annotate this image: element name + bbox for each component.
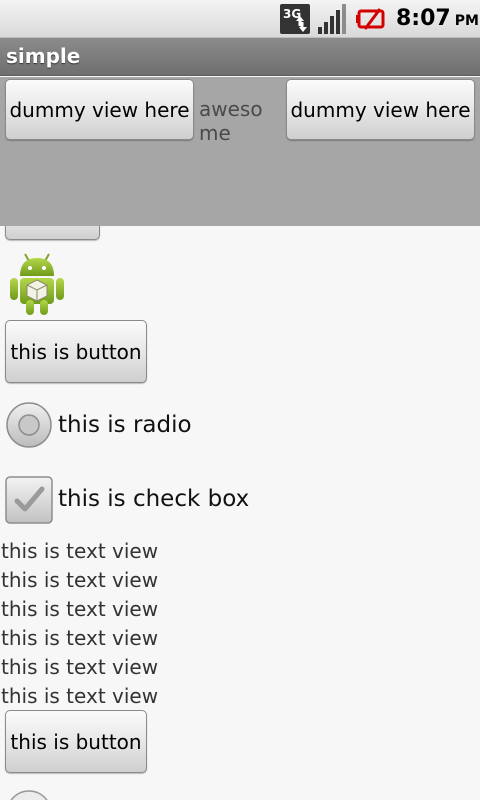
status-clock: 8:07 PM <box>396 3 479 35</box>
dummy-left-button[interactable]: dummy view here <box>5 79 194 140</box>
text-view: this is text view <box>1 626 159 650</box>
battery-alert-icon <box>356 8 385 30</box>
3g-data-icon: 3G <box>280 4 310 34</box>
radio-label: this is radio <box>58 412 192 438</box>
clock-time: 8:07 <box>396 6 451 31</box>
text-view: this is text view <box>1 597 159 621</box>
secondary-button[interactable]: this is button <box>5 710 147 773</box>
primary-button[interactable]: this is button <box>5 320 147 383</box>
overlay-panel: dummy view here awesome dummy view here <box>0 77 480 226</box>
radio-button[interactable] <box>5 401 53 449</box>
text-view: this is text view <box>1 539 159 563</box>
app-screen: 3G 8:07 PM simple dummy view here awesom… <box>0 0 480 800</box>
checkbox-label: this is check box <box>58 486 250 512</box>
android-logo-icon <box>10 253 64 315</box>
app-title: simple <box>6 44 81 68</box>
text-view: this is text view <box>1 684 159 708</box>
clock-ampm: PM <box>454 13 479 29</box>
status-bar: 3G 8:07 PM <box>0 0 480 38</box>
dummy-right-button[interactable]: dummy view here <box>286 79 475 140</box>
title-bar: simple <box>0 38 480 76</box>
text-view: this is text view <box>1 655 159 679</box>
signal-icon <box>318 4 346 34</box>
radio-button-partial[interactable] <box>5 789 53 800</box>
awesome-text: awesome <box>199 97 263 145</box>
text-view-list: this is text view this is text view this… <box>1 537 158 711</box>
checkbox[interactable] <box>5 476 53 524</box>
text-view: this is text view <box>1 568 159 592</box>
